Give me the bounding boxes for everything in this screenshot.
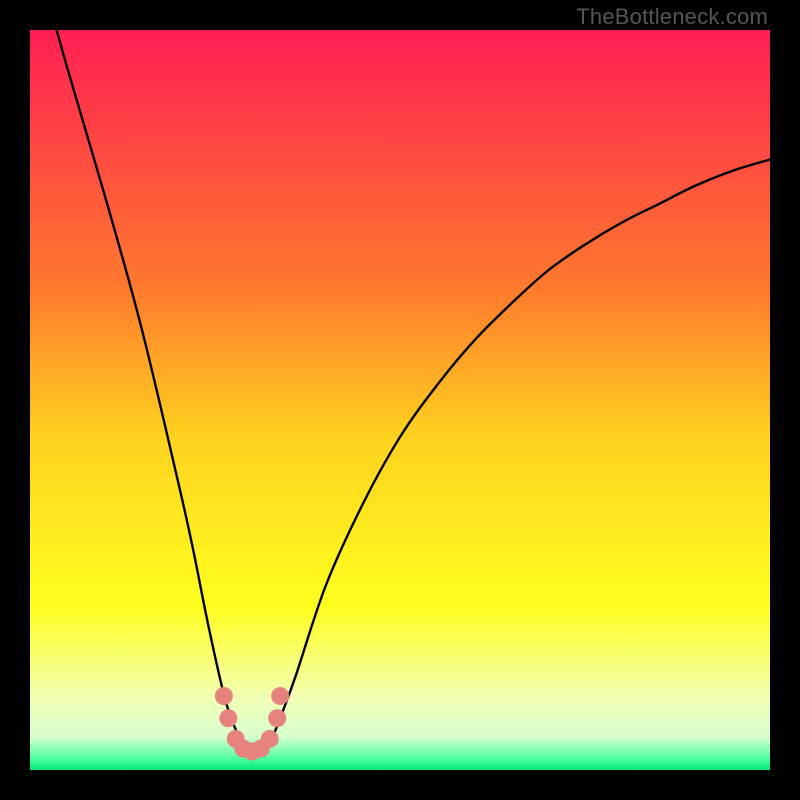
curve-marker — [219, 709, 237, 727]
curve-marker — [215, 687, 233, 705]
chart-background — [30, 30, 770, 770]
watermark-text: TheBottleneck.com — [576, 4, 768, 30]
curve-marker — [268, 709, 286, 727]
bottleneck-curve-chart — [30, 30, 770, 770]
curve-marker — [271, 687, 289, 705]
chart-frame — [30, 30, 770, 770]
curve-marker — [261, 730, 279, 748]
